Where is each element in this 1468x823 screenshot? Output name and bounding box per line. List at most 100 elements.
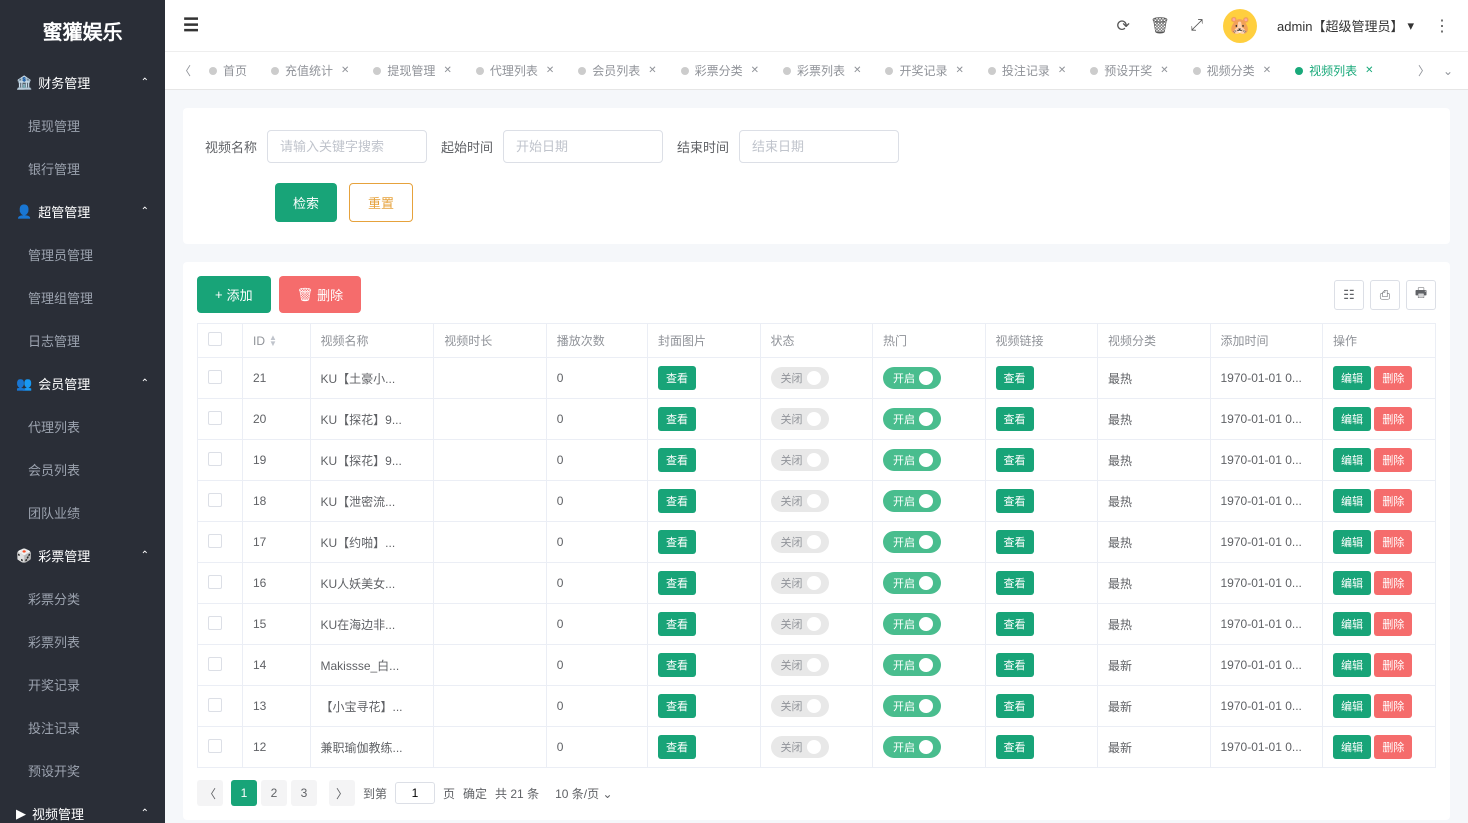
trash-icon[interactable]: 🗑 [1150,16,1170,36]
tab-彩票分类[interactable]: 彩票分类✕ [669,52,771,90]
delete-button[interactable]: 删除 [1374,612,1412,636]
tab-close-icon[interactable]: ✕ [1160,65,1168,76]
filter-name-input[interactable] [267,130,427,163]
row-checkbox[interactable] [208,657,222,671]
hot-switch[interactable]: 开启 [883,736,941,758]
menu-group-超管管理[interactable]: 👤超管管理⌃ [0,190,165,233]
status-switch[interactable]: 关闭 [771,572,829,594]
edit-button[interactable]: 编辑 [1333,735,1371,759]
menu-group-彩票管理[interactable]: 🎲彩票管理⌃ [0,534,165,577]
row-checkbox[interactable] [208,534,222,548]
page-prev[interactable]: 〈 [197,780,223,806]
edit-button[interactable]: 编辑 [1333,694,1371,718]
row-checkbox[interactable] [208,452,222,466]
view-cover-button[interactable]: 查看 [658,448,696,472]
status-switch[interactable]: 关闭 [771,449,829,471]
refresh-icon[interactable]: ⟳ [1117,16,1130,36]
menu-item-彩票分类[interactable]: 彩票分类 [0,577,165,620]
page-2[interactable]: 2 [261,780,287,806]
tab-close-icon[interactable]: ✕ [648,65,656,76]
fullscreen-icon[interactable]: ⤢ [1190,17,1203,35]
hot-switch[interactable]: 开启 [883,449,941,471]
row-checkbox[interactable] [208,739,222,753]
edit-button[interactable]: 编辑 [1333,407,1371,431]
menu-item-管理员管理[interactable]: 管理员管理 [0,233,165,276]
menu-item-会员列表[interactable]: 会员列表 [0,448,165,491]
status-switch[interactable]: 关闭 [771,408,829,430]
hot-switch[interactable]: 开启 [883,654,941,676]
tab-close-icon[interactable]: ✕ [546,65,554,76]
tab-视频分类[interactable]: 视频分类✕ [1181,52,1283,90]
tab-代理列表[interactable]: 代理列表✕ [464,52,566,90]
batch-delete-button[interactable]: 🗑删除 [279,276,362,313]
hot-switch[interactable]: 开启 [883,531,941,553]
delete-button[interactable]: 删除 [1374,694,1412,718]
hot-switch[interactable]: 开启 [883,572,941,594]
tab-close-icon[interactable]: ✕ [1058,65,1066,76]
edit-button[interactable]: 编辑 [1333,489,1371,513]
view-link-button[interactable]: 查看 [996,694,1034,718]
view-link-button[interactable]: 查看 [996,735,1034,759]
view-cover-button[interactable]: 查看 [658,612,696,636]
hot-switch[interactable]: 开启 [883,613,941,635]
delete-button[interactable]: 删除 [1374,735,1412,759]
row-checkbox[interactable] [208,370,222,384]
tabs-dropdown[interactable]: ⌄ [1436,64,1460,78]
view-link-button[interactable]: 查看 [996,653,1034,677]
row-checkbox[interactable] [208,493,222,507]
edit-button[interactable]: 编辑 [1333,571,1371,595]
filter-start-input[interactable] [503,130,663,163]
per-page-select[interactable]: 10 条/页 ⌄ [555,785,612,802]
menu-group-视频管理[interactable]: ▶视频管理⌃ [0,792,165,823]
page-1[interactable]: 1 [231,780,257,806]
status-switch[interactable]: 关闭 [771,736,829,758]
hot-switch[interactable]: 开启 [883,367,941,389]
tabs-scroll-left[interactable]: 〈 [173,62,197,79]
view-link-button[interactable]: 查看 [996,612,1034,636]
status-switch[interactable]: 关闭 [771,654,829,676]
hot-switch[interactable]: 开启 [883,695,941,717]
hot-switch[interactable]: 开启 [883,408,941,430]
menu-item-预设开奖[interactable]: 预设开奖 [0,749,165,792]
view-link-button[interactable]: 查看 [996,366,1034,390]
status-switch[interactable]: 关闭 [771,695,829,717]
avatar[interactable]: 🐹 [1223,9,1257,43]
view-cover-button[interactable]: 查看 [658,407,696,431]
tab-close-icon[interactable]: ✕ [1365,65,1373,76]
menu-item-投注记录[interactable]: 投注记录 [0,706,165,749]
view-link-button[interactable]: 查看 [996,489,1034,513]
view-link-button[interactable]: 查看 [996,571,1034,595]
view-cover-button[interactable]: 查看 [658,489,696,513]
menu-item-代理列表[interactable]: 代理列表 [0,405,165,448]
status-switch[interactable]: 关闭 [771,531,829,553]
delete-button[interactable]: 删除 [1374,407,1412,431]
row-checkbox[interactable] [208,411,222,425]
delete-button[interactable]: 删除 [1374,489,1412,513]
user-dropdown[interactable]: admin【超级管理员】 ▾ [1277,16,1414,35]
row-checkbox[interactable] [208,575,222,589]
menu-item-提现管理[interactable]: 提现管理 [0,104,165,147]
menu-item-日志管理[interactable]: 日志管理 [0,319,165,362]
columns-icon[interactable]: ☷ [1334,280,1364,310]
delete-button[interactable]: 删除 [1374,448,1412,472]
print-icon[interactable]: 🖶 [1406,280,1436,310]
select-all-checkbox[interactable] [208,332,222,346]
row-checkbox[interactable] [208,698,222,712]
hot-switch[interactable]: 开启 [883,490,941,512]
page-3[interactable]: 3 [291,780,317,806]
tab-close-icon[interactable]: ✕ [955,65,963,76]
tab-close-icon[interactable]: ✕ [443,65,451,76]
menu-item-彩票列表[interactable]: 彩票列表 [0,620,165,663]
edit-button[interactable]: 编辑 [1333,653,1371,677]
delete-button[interactable]: 删除 [1374,653,1412,677]
tab-提现管理[interactable]: 提现管理✕ [361,52,463,90]
add-button[interactable]: +添加 [197,276,271,313]
view-link-button[interactable]: 查看 [996,448,1034,472]
menu-item-团队业绩[interactable]: 团队业绩 [0,491,165,534]
view-link-button[interactable]: 查看 [996,407,1034,431]
tab-close-icon[interactable]: ✕ [341,65,349,76]
edit-button[interactable]: 编辑 [1333,366,1371,390]
tab-首页[interactable]: 首页 [197,52,259,90]
edit-button[interactable]: 编辑 [1333,530,1371,554]
tab-投注记录[interactable]: 投注记录✕ [976,52,1078,90]
